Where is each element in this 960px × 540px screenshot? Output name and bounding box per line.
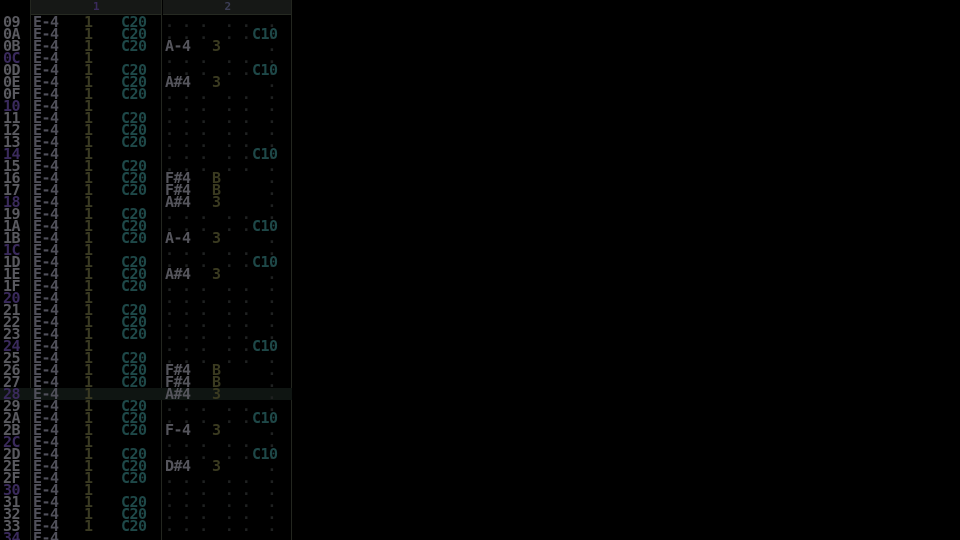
ch1-effect-cell[interactable]: C20: [121, 87, 147, 102]
ch1-effect-cell[interactable]: C20: [121, 471, 147, 486]
ch1-effect-cell[interactable]: C20: [121, 183, 147, 198]
pattern-editor[interactable]: 1 2 09E-41C20. . . . . . . . .0AE-41C20.…: [0, 0, 292, 540]
ch1-effect-cell[interactable]: C20: [121, 519, 147, 534]
ch1-effect-cell[interactable]: C20: [121, 135, 147, 150]
ch1-effect-cell[interactable]: C20: [121, 231, 147, 246]
ch1-effect-cell[interactable]: C20: [121, 327, 147, 342]
pattern-rows: 09E-41C20. . . . . . . . .0AE-41C20. . .…: [0, 15, 292, 540]
pattern-row[interactable]: 34 E-4 . . . . . . . . .: [0, 529, 292, 540]
ch1-effect-cell[interactable]: C20: [121, 375, 147, 390]
ch1-effect-cell[interactable]: C20: [121, 423, 147, 438]
ch1-effect-cell[interactable]: C20: [121, 39, 147, 54]
row-number: 34: [3, 529, 21, 540]
ch1-note-cell[interactable]: E-4: [33, 531, 59, 540]
ch1-effect-cell[interactable]: C20: [121, 279, 147, 294]
ch1-instrument-cell[interactable]: 1: [84, 519, 93, 534]
ch2-empty-cells: . . . . . . . . .: [165, 529, 276, 540]
